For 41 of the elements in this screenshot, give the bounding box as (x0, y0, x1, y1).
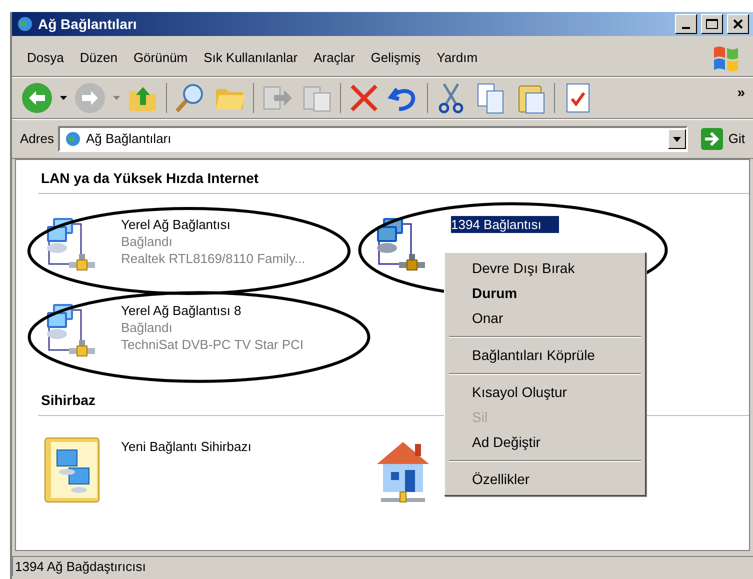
forward-icon[interactable] (73, 81, 107, 115)
menu-item[interactable]: Sık Kullanılanlar (196, 48, 305, 68)
arrow-right-icon (700, 127, 724, 151)
network-globe-icon (64, 130, 82, 148)
menu-item[interactable]: Dosya (20, 48, 71, 68)
menu-item[interactable]: Araçlar (306, 48, 362, 68)
caret-icon (673, 136, 682, 142)
connection-status: Bağlandı (121, 233, 174, 250)
section-header: LAN ya da Yüksek Hızda Internet (38, 168, 749, 194)
connection-name[interactable]: Yeni Bağlantı Sihirbazı (121, 438, 252, 455)
close-icon (733, 19, 743, 29)
menu-item[interactable]: Yardım (430, 48, 485, 68)
windows-logo-icon (711, 44, 741, 72)
adapter-name: TechniSat DVB-PC TV Star PCI (121, 336, 304, 353)
address-field[interactable]: Ağ Bağlantıları (58, 126, 688, 152)
connection-name[interactable]: Yerel Ağ Bağlantısı 8 (121, 302, 304, 319)
menu-item[interactable]: Gelişmiş (364, 48, 428, 68)
context-menu-item[interactable]: Devre Dışı Bırak (445, 256, 645, 281)
toolbar-overflow[interactable]: » (737, 82, 745, 103)
minimize-button[interactable] (675, 14, 697, 34)
window-title: Ağ Bağlantıları (38, 14, 137, 34)
connection-name[interactable]: 1394 Bağlantısı (451, 216, 560, 233)
status-bar: 1394 Ağ Bağdaştırıcısı (12, 556, 753, 576)
menu-item[interactable]: Görünüm (126, 48, 195, 68)
context-menu-item[interactable]: Onar (445, 306, 645, 331)
address-label: Adres (20, 130, 54, 148)
context-menu-item[interactable]: Özellikler (445, 467, 645, 492)
connection-status: Bağlandı (121, 319, 174, 336)
context-menu-item[interactable]: Bağlantıları Köprüle (445, 343, 645, 368)
close-button[interactable] (727, 14, 749, 34)
network-globe-icon (16, 15, 34, 33)
context-menu-item[interactable]: Durum (445, 281, 645, 306)
caret-icon[interactable] (60, 96, 67, 100)
back-icon[interactable] (20, 81, 54, 115)
menu-item[interactable]: Düzen (72, 48, 124, 68)
dropdown-button[interactable] (668, 129, 686, 149)
maximize-button[interactable] (701, 14, 723, 34)
go-button[interactable]: Git (696, 127, 749, 151)
connection-name[interactable]: Yerel Ağ Bağlantısı (121, 216, 306, 233)
context-menu-item[interactable]: Ad Değiştir (445, 430, 645, 455)
adapter-name: Realtek RTL8169/8110 Family... (121, 250, 306, 267)
